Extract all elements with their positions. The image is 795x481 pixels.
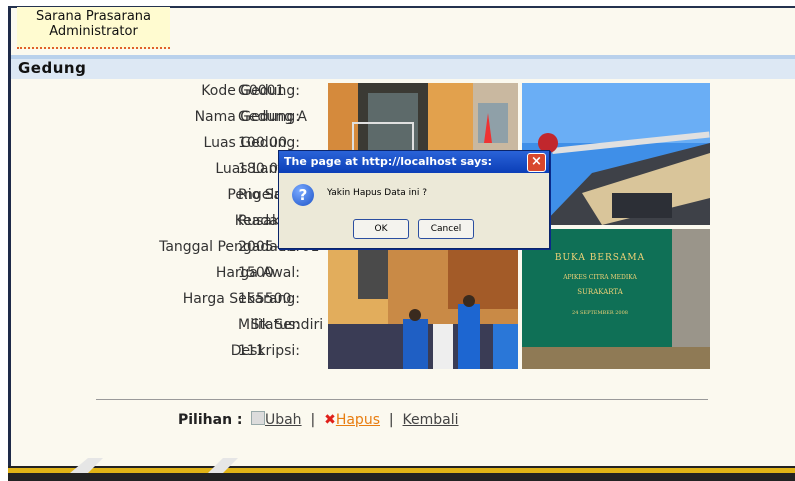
field-value: G0001 [238, 83, 285, 99]
confirm-dialog: The page at http://localhost says: × ? Y… [278, 150, 550, 249]
field-value: 155500 [238, 291, 292, 307]
app-badge: Sarana Prasarana Administrator [17, 7, 170, 49]
separator: | [388, 412, 394, 428]
field-value: Gedung A [238, 109, 308, 125]
field-value: Milik Sendiri [238, 317, 324, 333]
section-title: Gedung [18, 59, 87, 77]
close-button[interactable]: × [527, 153, 546, 172]
field-row-deskripsi: Deskripsi: 111 [60, 343, 360, 363]
divider [96, 399, 708, 400]
field-value: 1500 [238, 265, 274, 281]
field-value: 111 [238, 343, 265, 359]
banner-line1: BUKA BERSAMA [554, 253, 646, 263]
edit-link[interactable]: Ubah [265, 412, 302, 428]
options-bar: Pilihan : Ubah | ✖Hapus | Kembali [178, 411, 459, 428]
delete-link[interactable]: Hapus [336, 412, 380, 428]
building-photo-2 [522, 83, 710, 225]
options-label: Pilihan : [178, 412, 243, 428]
building-photo-3 [328, 229, 518, 369]
ok-button[interactable]: OK [353, 219, 409, 239]
field-value: Rio Sa [238, 187, 283, 203]
field-row-status: Status: Milik Sendiri [60, 317, 360, 337]
section-header [11, 55, 795, 79]
app-name-line2: Administrator [49, 24, 138, 39]
event-banner-photo: BUKA BERSAMA APIKES CITRA MEDIKA SURAKAR… [522, 229, 710, 369]
field-row-harga-awal: Harga Awal: 1500 [60, 265, 360, 285]
field-value: 100.00 [238, 135, 287, 151]
dialog-title-bar: The page at http://localhost says: × [279, 151, 549, 173]
cancel-button[interactable]: Cancel [418, 219, 474, 239]
dialog-title: The page at http://localhost says: [284, 155, 493, 168]
banner-line2: APIKES CITRA MEDIKA [563, 274, 637, 281]
field-row-kode: Kode Gedung: G0001 [60, 83, 360, 103]
banner-line3: SURAKARTA [577, 288, 623, 296]
field-row-harga-sekarang: Harga Sekarang: 155500 [60, 291, 360, 311]
close-icon: × [531, 154, 542, 169]
app-name-line1: Sarana Prasarana [35, 9, 152, 24]
edit-icon [250, 411, 265, 425]
footer-logo-swoosh [70, 458, 238, 473]
field-value: Rusak [238, 213, 280, 229]
banner-line4: 24 SEPTEMBER 2008 [572, 310, 628, 316]
footer-bar [8, 458, 795, 481]
back-link[interactable]: Kembali [403, 412, 459, 428]
delete-icon: ✖ [324, 412, 336, 428]
question-icon: ? [292, 184, 314, 206]
field-row-nama: Nama Gedung: Gedung A [60, 109, 360, 129]
separator: | [310, 412, 316, 428]
dialog-message: Yakin Hapus Data ini ? [327, 188, 427, 198]
